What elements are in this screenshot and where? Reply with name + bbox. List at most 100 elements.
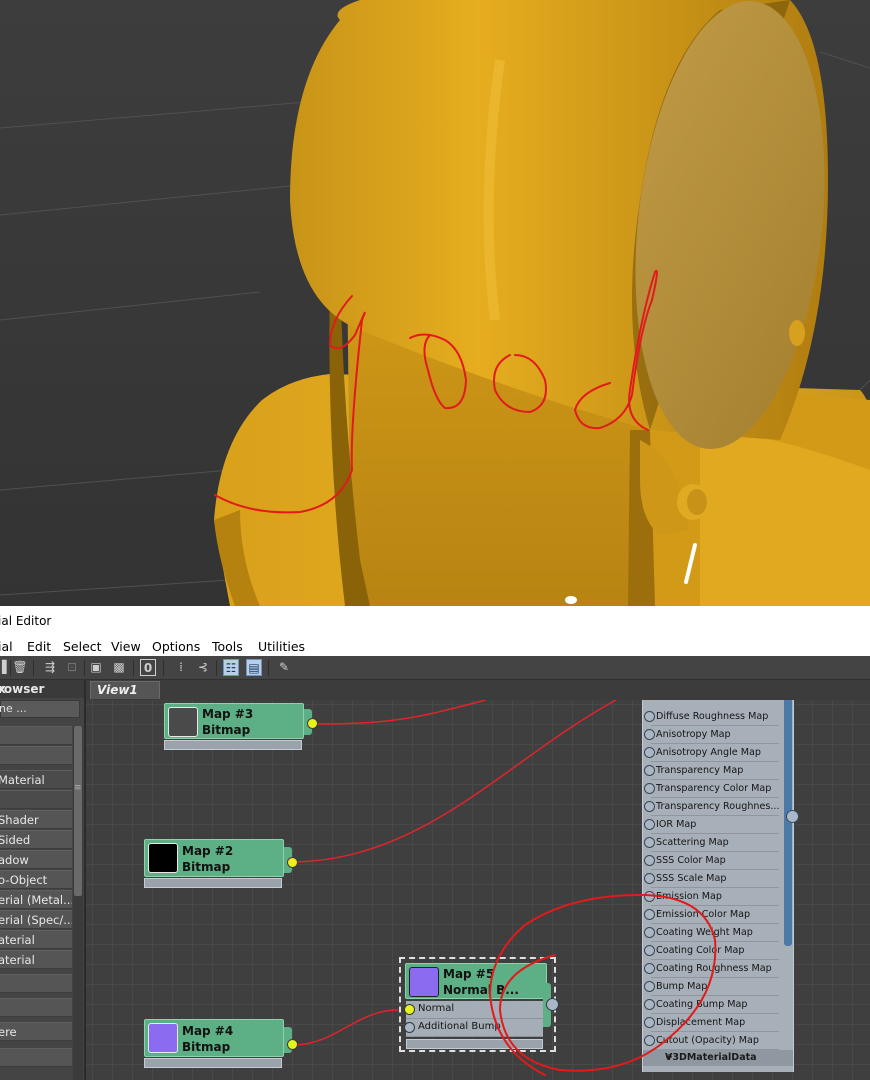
browser-item[interactable] (0, 746, 72, 765)
node-map5-output-port[interactable] (546, 998, 559, 1011)
layout-all-icon[interactable]: ☷ (223, 659, 239, 676)
v3d-slot[interactable]: Transparency Color Map (644, 780, 779, 798)
v3d-slot[interactable]: Coating Color Map (644, 942, 779, 960)
v3d-slot-port[interactable] (644, 873, 655, 884)
pick-material-icon[interactable]: ✎ (276, 659, 292, 676)
node-map5-slot-normal[interactable]: Normal (404, 1001, 543, 1019)
v3d-slot[interactable]: Displacement Map (644, 1014, 779, 1032)
node-v3d-material[interactable]: Diffuse Roughness Map Anisotropy Map Ani… (642, 700, 794, 1072)
browser-item[interactable]: Shader (0, 810, 72, 829)
toolbar-edge-icon[interactable]: ▐ (0, 659, 10, 676)
menu-edit[interactable]: Edit (27, 639, 51, 654)
v3d-slot[interactable]: SSS Color Map (644, 852, 779, 870)
browser-item[interactable]: aterial (0, 930, 72, 949)
node-map2-output-port[interactable] (287, 857, 298, 868)
layout-nodes-icon[interactable]: ⁞ (173, 659, 189, 676)
node-editor-canvas[interactable]: Map #3 Bitmap Map #2 Bitmap Map #4 Bitma… (86, 700, 870, 1080)
v3d-slot[interactable]: Anisotropy Map (644, 726, 779, 744)
browser-scrollbar[interactable]: ≡ (73, 726, 83, 1080)
v3d-slot[interactable]: Cutout (Opacity) Map (644, 1032, 779, 1050)
node-map3-output-port[interactable] (307, 718, 318, 729)
menu-material[interactable]: ial (0, 639, 13, 654)
hide-unused-slots-icon[interactable]: ⊰ (195, 659, 211, 676)
checker-background-icon[interactable]: ▩ (111, 659, 127, 676)
v3d-slot-port[interactable] (644, 711, 655, 722)
v3d-slot-port[interactable] (644, 837, 655, 848)
viewport-3d[interactable] (0, 0, 870, 606)
v3d-slot[interactable]: Coating Roughness Map (644, 960, 779, 978)
v3d-slot-port[interactable] (644, 927, 655, 938)
v3d-slot[interactable]: Scattering Map (644, 834, 779, 852)
v3d-slot[interactable]: Emission Map (644, 888, 779, 906)
node-map4-header[interactable]: Map #4 Bitmap (144, 1019, 284, 1057)
node-map3-header[interactable]: Map #3 Bitmap (164, 703, 304, 739)
browser-item[interactable] (0, 790, 72, 809)
v3d-slot-port[interactable] (644, 963, 655, 974)
v3d-slot-port[interactable] (644, 729, 655, 740)
v3d-slot[interactable]: SSS Scale Map (644, 870, 779, 888)
menu-select[interactable]: Select (63, 639, 102, 654)
node-map2[interactable]: Map #2 Bitmap (144, 839, 298, 888)
node-map2-header[interactable]: Map #2 Bitmap (144, 839, 284, 877)
v3d-slot-port[interactable] (644, 855, 655, 866)
v3d-slot[interactable]: Transparency Roughnes... (644, 798, 780, 816)
node-map4-output-port[interactable] (287, 1039, 298, 1050)
v3d-slot[interactable]: Diffuse Roughness Map (644, 708, 779, 726)
v3d-slot[interactable]: Anisotropy Angle Map (644, 744, 779, 762)
v3d-slot-port[interactable] (644, 765, 655, 776)
menu-options[interactable]: Options (152, 639, 200, 654)
browser-scrollbar-thumb[interactable] (74, 726, 82, 896)
node-map5-header[interactable]: Map #5 Normal B... (405, 963, 547, 999)
v3d-slot[interactable]: Emission Color Map (644, 906, 779, 924)
node-map5-selected[interactable]: Map #5 Normal B... Normal Additional Bum… (399, 957, 559, 1052)
expand-icon[interactable]: + (665, 1052, 673, 1063)
v3d-slot-port[interactable] (644, 747, 655, 758)
v3d-slot[interactable]: Transparency Map (644, 762, 779, 780)
v3d-slot[interactable]: Bump Map (644, 978, 779, 996)
v3d-slot-port[interactable] (644, 981, 655, 992)
v3d-slot-port[interactable] (644, 909, 655, 920)
menu-utilities[interactable]: Utilities (258, 639, 305, 654)
toolbar: ▐ 🗑 ⇶ ⊡ ▣ ▩ 0 ⁞ ⊰ ☷ ▤ ✎ (0, 656, 870, 680)
v3d-slot-port[interactable] (644, 801, 655, 812)
browser-item[interactable]: Sided (0, 830, 72, 849)
layout-children-icon[interactable]: ▤ (246, 659, 262, 676)
v3d-slot-port[interactable] (644, 783, 655, 794)
v3d-slot-port[interactable] (644, 999, 655, 1010)
close-icon[interactable]: x (0, 682, 6, 696)
node-map4[interactable]: Map #4 Bitmap (144, 1019, 298, 1069)
browser-item[interactable]: erial (Spec/... (0, 910, 72, 929)
v3d-slot-port[interactable] (644, 1017, 655, 1028)
v3d-slot[interactable]: Coating Bump Map (644, 996, 779, 1014)
delete-icon[interactable]: 🗑 (12, 659, 28, 676)
menu-view[interactable]: View (111, 639, 141, 654)
browser-item[interactable] (0, 998, 72, 1017)
browser-item[interactable]: ere (0, 1022, 72, 1041)
lock-icon[interactable]: ⊡ (64, 659, 80, 676)
browser-item[interactable]: Material (0, 770, 72, 789)
v3d-slot[interactable]: Coating Weight Map (644, 924, 779, 942)
v3d-slot-port[interactable] (644, 1035, 655, 1046)
show-shaded-icon[interactable]: ▣ (88, 659, 104, 676)
node-map5-slot-additional-bump[interactable]: Additional Bump (404, 1019, 543, 1037)
v3d-material-output-port[interactable] (786, 810, 799, 823)
node-map5-normal-port[interactable] (404, 1004, 415, 1015)
v3d-slot[interactable]: IOR Map (644, 816, 779, 834)
browser-item[interactable]: adow (0, 850, 72, 869)
browser-item[interactable]: aterial (0, 950, 72, 969)
browser-item[interactable] (0, 1048, 72, 1067)
move-children-icon[interactable]: ⇶ (42, 659, 58, 676)
node-map5-additional-bump-port[interactable] (404, 1022, 415, 1033)
browser-item[interactable] (0, 974, 72, 993)
v3d-slot-port[interactable] (644, 819, 655, 830)
browser-item[interactable] (0, 726, 72, 745)
browser-item[interactable]: o-Object (0, 870, 72, 889)
v3d-slot-port[interactable] (644, 945, 655, 956)
tab-view1[interactable]: View1 (90, 681, 160, 699)
search-by-name-input[interactable]: ne ... (0, 700, 80, 718)
v3d-slot-port[interactable] (644, 891, 655, 902)
node-map3[interactable]: Map #3 Bitmap (164, 703, 318, 750)
menu-tools[interactable]: Tools (212, 639, 243, 654)
zero-button[interactable]: 0 (140, 659, 156, 676)
browser-item[interactable]: erial (Metal... (0, 890, 72, 909)
